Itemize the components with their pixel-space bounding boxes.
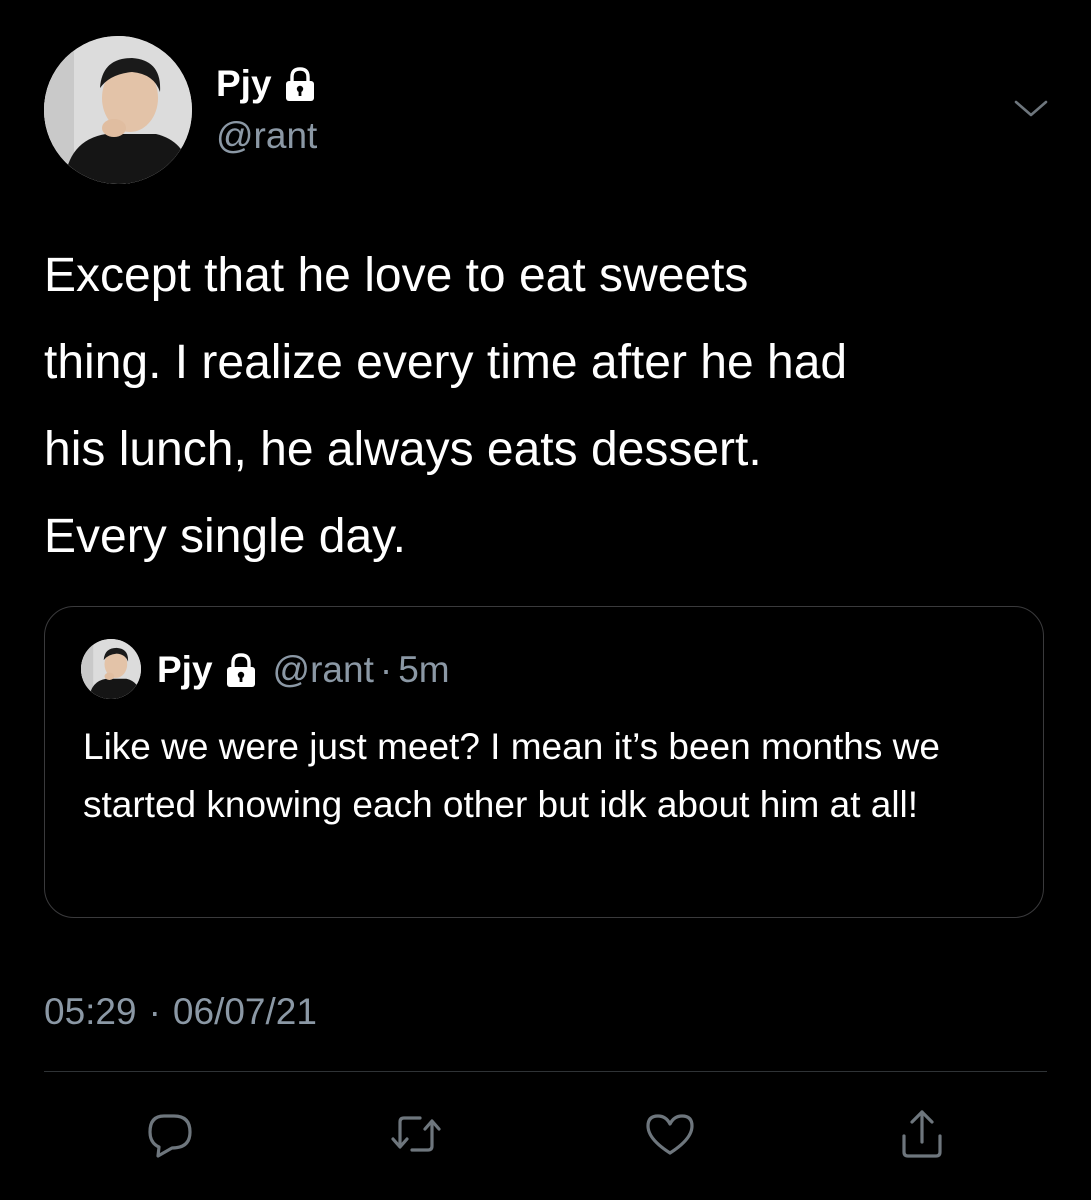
separator-dot: · bbox=[148, 991, 161, 1032]
author-handle[interactable]: @rant bbox=[216, 114, 317, 158]
tweet-text: Except that he love to eat sweets thing.… bbox=[44, 249, 848, 563]
quoted-tweet-header: Pjy @rant · 5m bbox=[157, 647, 450, 693]
share-icon[interactable] bbox=[894, 1106, 950, 1162]
quoted-tweet-card[interactable]: Pjy @rant · 5m Like we were just meet? I… bbox=[44, 606, 1044, 918]
quoted-tweet-text: Like we were just meet? I mean it’s been… bbox=[83, 726, 940, 825]
avatar-photo bbox=[81, 639, 141, 699]
reply-icon[interactable] bbox=[142, 1106, 198, 1162]
separator-dot: · bbox=[379, 649, 393, 690]
lock-icon bbox=[223, 652, 259, 688]
tweet-time: 05:29 bbox=[44, 991, 137, 1032]
lock-icon bbox=[282, 66, 318, 102]
tweet-timestamp: 05:29 · 06/07/21 bbox=[44, 988, 317, 1036]
divider bbox=[44, 1071, 1047, 1072]
avatar-photo bbox=[44, 36, 192, 184]
chevron-down-icon[interactable] bbox=[1012, 94, 1050, 122]
author-avatar[interactable] bbox=[44, 36, 192, 184]
like-icon[interactable] bbox=[642, 1106, 698, 1162]
author-name-row[interactable]: Pjy bbox=[216, 62, 318, 106]
quoted-author-name: Pjy bbox=[157, 649, 213, 690]
quoted-tweet-age: 5m bbox=[398, 649, 450, 690]
quoted-author-handle: @rant bbox=[272, 649, 374, 690]
author-display-name[interactable]: Pjy bbox=[216, 62, 272, 106]
quoted-author-avatar bbox=[81, 639, 141, 699]
tweet-date: 06/07/21 bbox=[172, 991, 317, 1032]
retweet-icon[interactable] bbox=[388, 1106, 444, 1162]
